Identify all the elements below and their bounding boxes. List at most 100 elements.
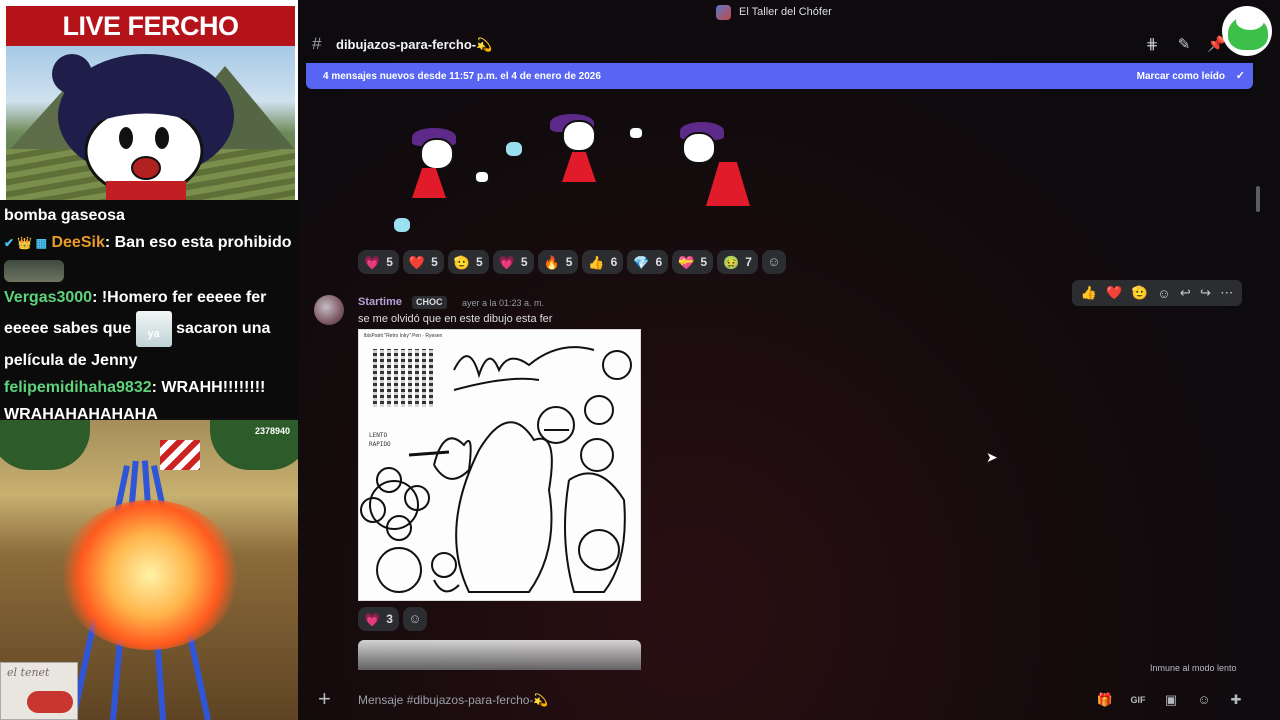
discord-window: El Taller del Chófer # dibujazos-para-fe… — [298, 0, 1280, 720]
emote-image — [4, 259, 64, 282]
channel-name: dibujazos-para-fercho-💫 — [336, 37, 493, 52]
channel-header: # dibujazos-para-fercho-💫 ⋕ ✎ 📌 — [298, 28, 1280, 60]
stream-chat: bomba gaseosa ✔ 👑 ▦ DeeSik: Ban eso esta… — [0, 200, 298, 423]
reaction-button[interactable]: 💗 5 — [492, 250, 534, 274]
explosion — [60, 500, 240, 650]
more-icon[interactable]: ⋯ — [1220, 285, 1233, 301]
salute-icon[interactable]: 🫡 — [1132, 285, 1148, 301]
character-body — [412, 168, 446, 198]
message-text: se me olvidó que en este dibujo esta fer — [358, 313, 553, 325]
upload-button[interactable]: + — [318, 688, 331, 710]
chat-line: ✔ 👑 ▦ DeeSik: Ban eso esta prohibido — [4, 229, 294, 284]
add-reaction-button[interactable]: ☺ — [761, 250, 786, 274]
reaction-button[interactable]: 🫡 5 — [447, 250, 489, 274]
sticker-icon[interactable]: ▣ — [1162, 691, 1180, 709]
reaction-count: 6 — [610, 255, 618, 269]
reaction-emoji: 🫡 — [453, 254, 470, 270]
title-bar: El Taller del Chófer — [298, 0, 1280, 26]
tree — [0, 420, 90, 470]
chat-username: Vergas3000 — [4, 289, 93, 306]
server-icon — [716, 5, 731, 20]
guild-tag[interactable]: CHOC — [412, 296, 447, 309]
reaction-emoji: 🤢 — [723, 254, 740, 270]
reaction-count: 5 — [520, 255, 528, 269]
mark-read-icon: ✓ — [1235, 70, 1245, 82]
character-hand — [474, 170, 490, 184]
chat-text: : Ban eso esta prohibido — [104, 234, 292, 251]
message-toolbar: 👍 ❤️ 🫡 ☺ ↩ ↪ ⋯ — [1072, 280, 1242, 306]
next-image-preview[interactable] — [358, 640, 641, 670]
forward-icon[interactable]: ↪ — [1200, 285, 1211, 301]
reaction-button[interactable]: 💎 6 — [627, 250, 669, 274]
add-reaction-button[interactable]: ☺ — [402, 607, 427, 631]
reaction-button[interactable]: 💗 5 — [358, 250, 399, 274]
character-face — [562, 120, 596, 152]
add-reaction-icon[interactable]: ☺ — [1157, 286, 1170, 301]
reaction-count: 7 — [745, 255, 752, 269]
chat-text: bomba gaseosa — [4, 207, 125, 224]
webcam-panel: LIVE FERCHO REACTION — [0, 0, 298, 208]
character-hand — [506, 142, 522, 156]
new-messages-text: 4 mensajes nuevos desde 11:57 p.m. el 4 … — [323, 71, 601, 82]
reaction-count: 5 — [565, 255, 573, 269]
sketch-drawing — [360, 346, 632, 593]
mark-read-button[interactable]: Marcar como leído — [1137, 71, 1225, 82]
character-hand — [394, 218, 410, 232]
message-composer: + Mensaje #dibujazos-para-fercho-💫 🎁 GIF… — [298, 680, 1258, 720]
gif-icon[interactable]: GIF — [1129, 691, 1147, 709]
gift-icon[interactable]: 🎁 — [1096, 691, 1114, 709]
chat-line: Vergas3000: !Homero fer eeeee fer eeeee … — [4, 284, 294, 374]
message-image[interactable]: lbisPaint "Retro Inky" Pen · Ryesen LENT… — [358, 329, 641, 601]
reaction-emoji: 👍 — [588, 254, 605, 270]
reaction-emoji: 💗 — [364, 611, 381, 627]
avatar[interactable] — [314, 295, 344, 325]
reaction-count: 6 — [655, 255, 663, 269]
reaction-count: 5 — [475, 255, 483, 269]
reaction-button[interactable]: 👍 6 — [582, 250, 624, 274]
thumbs-up-icon[interactable]: 👍 — [1081, 285, 1097, 301]
scrollbar-thumb[interactable] — [1256, 186, 1260, 212]
reaction-emoji: ❤️ — [408, 254, 426, 270]
screen: LIVE FERCHO REACTION bomba — [0, 0, 1280, 720]
hash-icon: # — [312, 34, 322, 53]
cam-title: LIVE FERCHO REACTION — [6, 6, 295, 81]
gameplay-video: 2378940 el tenet — [0, 420, 298, 720]
sign-blob — [27, 691, 73, 713]
reaction-button[interactable]: 🔥 5 — [537, 250, 579, 274]
reaction-button[interactable]: 💝 5 — [672, 250, 713, 274]
apps-icon[interactable]: ✚ — [1227, 691, 1245, 709]
reaction-button[interactable]: 🤢 7 — [717, 250, 758, 274]
mute-icon[interactable]: ✎ — [1175, 36, 1193, 54]
stream-overlay: LIVE FERCHO REACTION bomba — [0, 0, 298, 720]
threads-icon[interactable]: ⋕ — [1143, 36, 1161, 54]
game-score: 2378940 — [254, 426, 290, 436]
message-input[interactable]: Mensaje #dibujazos-para-fercho-💫 — [358, 693, 548, 707]
heart-icon[interactable]: ❤️ — [1106, 285, 1122, 301]
new-messages-banner[interactable]: 4 mensajes nuevos desde 11:57 p.m. el 4 … — [306, 63, 1253, 89]
channel-logo — [1222, 6, 1272, 56]
emoji-icon[interactable]: ☺ — [1195, 691, 1213, 709]
reaction-emoji: 🔥 — [543, 254, 560, 270]
reaction-emoji: 💗 — [364, 254, 381, 270]
emote-image: ya — [135, 311, 172, 347]
reply-icon[interactable]: ↩ — [1180, 285, 1191, 301]
character-face — [682, 132, 716, 164]
reaction-count: 5 — [431, 255, 438, 269]
character-face — [420, 138, 454, 170]
character-hand — [628, 126, 644, 140]
message-timestamp: ayer a la 01:23 a. m. — [462, 298, 545, 308]
reaction-emoji: 💗 — [498, 254, 515, 270]
reaction-button[interactable]: 💗 3 — [358, 607, 399, 631]
sticker-image[interactable] — [380, 108, 780, 243]
logo-shape — [1236, 12, 1264, 30]
reaction-button[interactable]: ❤️ 5 — [402, 250, 444, 274]
reaction-emoji: 💎 — [633, 254, 650, 270]
character-body — [706, 162, 750, 206]
reaction-count: 5 — [386, 255, 393, 269]
reaction-count: 5 — [700, 255, 707, 269]
sign-text: el tenet — [7, 666, 50, 679]
reaction-row: 💗 5 ❤️ 5 🫡 5 💗 5 🔥 5 👍 6 💎 6 💝 5 🤢 7 ☺ — [358, 250, 786, 274]
message-author[interactable]: Startime — [358, 296, 402, 308]
reaction-row: 💗 3 ☺ — [358, 607, 427, 631]
barrier — [160, 440, 200, 470]
